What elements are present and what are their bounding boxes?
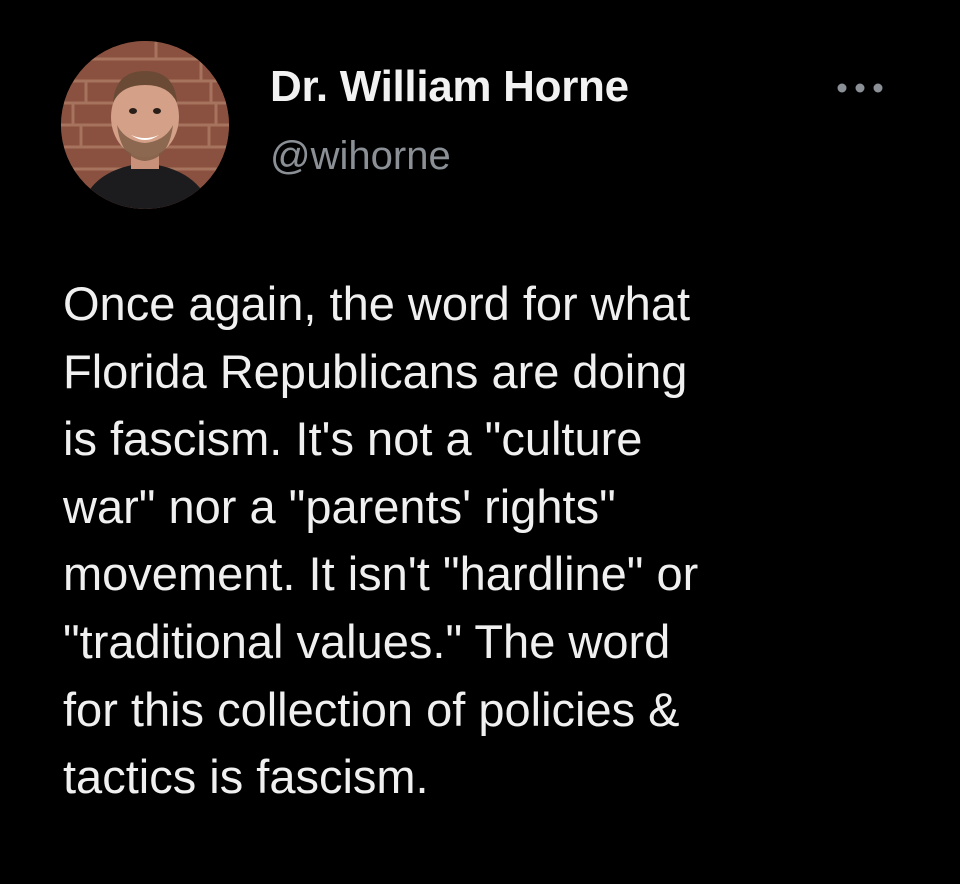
tweet-text: Once again, the word for what Florida Re… xyxy=(63,270,933,811)
tweet-text-line: movement. It isn't "hardline" or xyxy=(63,547,699,601)
tweet-text-line: "traditional values." The word xyxy=(63,614,671,668)
avatar[interactable] xyxy=(61,41,229,209)
tweet-text-line: for this collection of policies & xyxy=(63,682,680,736)
more-horizontal-icon xyxy=(837,83,883,93)
tweet-text-line: war" nor a "parents' rights" xyxy=(63,479,616,533)
tweet-text-line: is fascism. It's not a "culture xyxy=(63,412,643,466)
profile-photo-icon xyxy=(61,41,229,209)
author-handle[interactable]: @wihorne xyxy=(270,134,451,179)
tweet-card: Dr. William Horne @wihorne Once again, t… xyxy=(0,0,960,884)
author-name[interactable]: Dr. William Horne xyxy=(270,62,629,112)
tweet-text-line: tactics is fascism. xyxy=(63,750,429,804)
tweet-text-line: Once again, the word for what xyxy=(63,277,691,330)
tweet-text-line: Florida Republicans are doing xyxy=(63,344,688,398)
more-options-button[interactable] xyxy=(826,70,894,106)
